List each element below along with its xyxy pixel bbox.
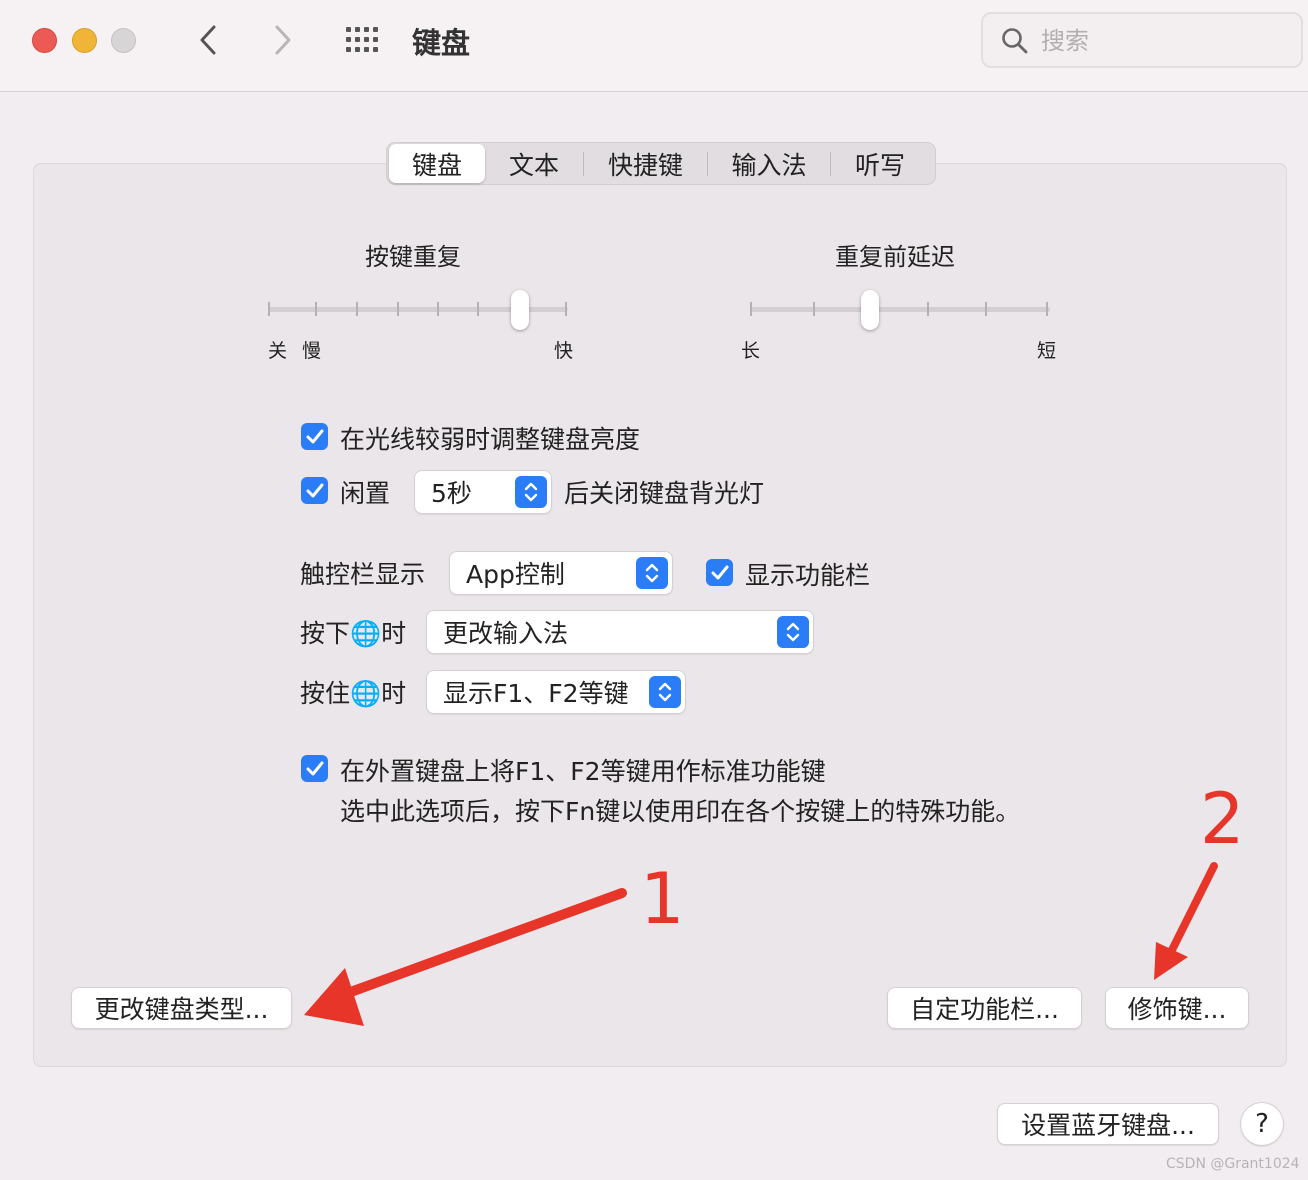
watermark: CSDN @Grant1024 [1166, 1156, 1300, 1172]
annotation-arrows [304, 862, 1218, 1026]
annotation-label-2: 2 [1200, 778, 1245, 860]
annotation-label-1: 1 [640, 858, 685, 940]
annotation-arrow-2 [1154, 862, 1218, 980]
annotation-arrow-1 [304, 888, 627, 1026]
